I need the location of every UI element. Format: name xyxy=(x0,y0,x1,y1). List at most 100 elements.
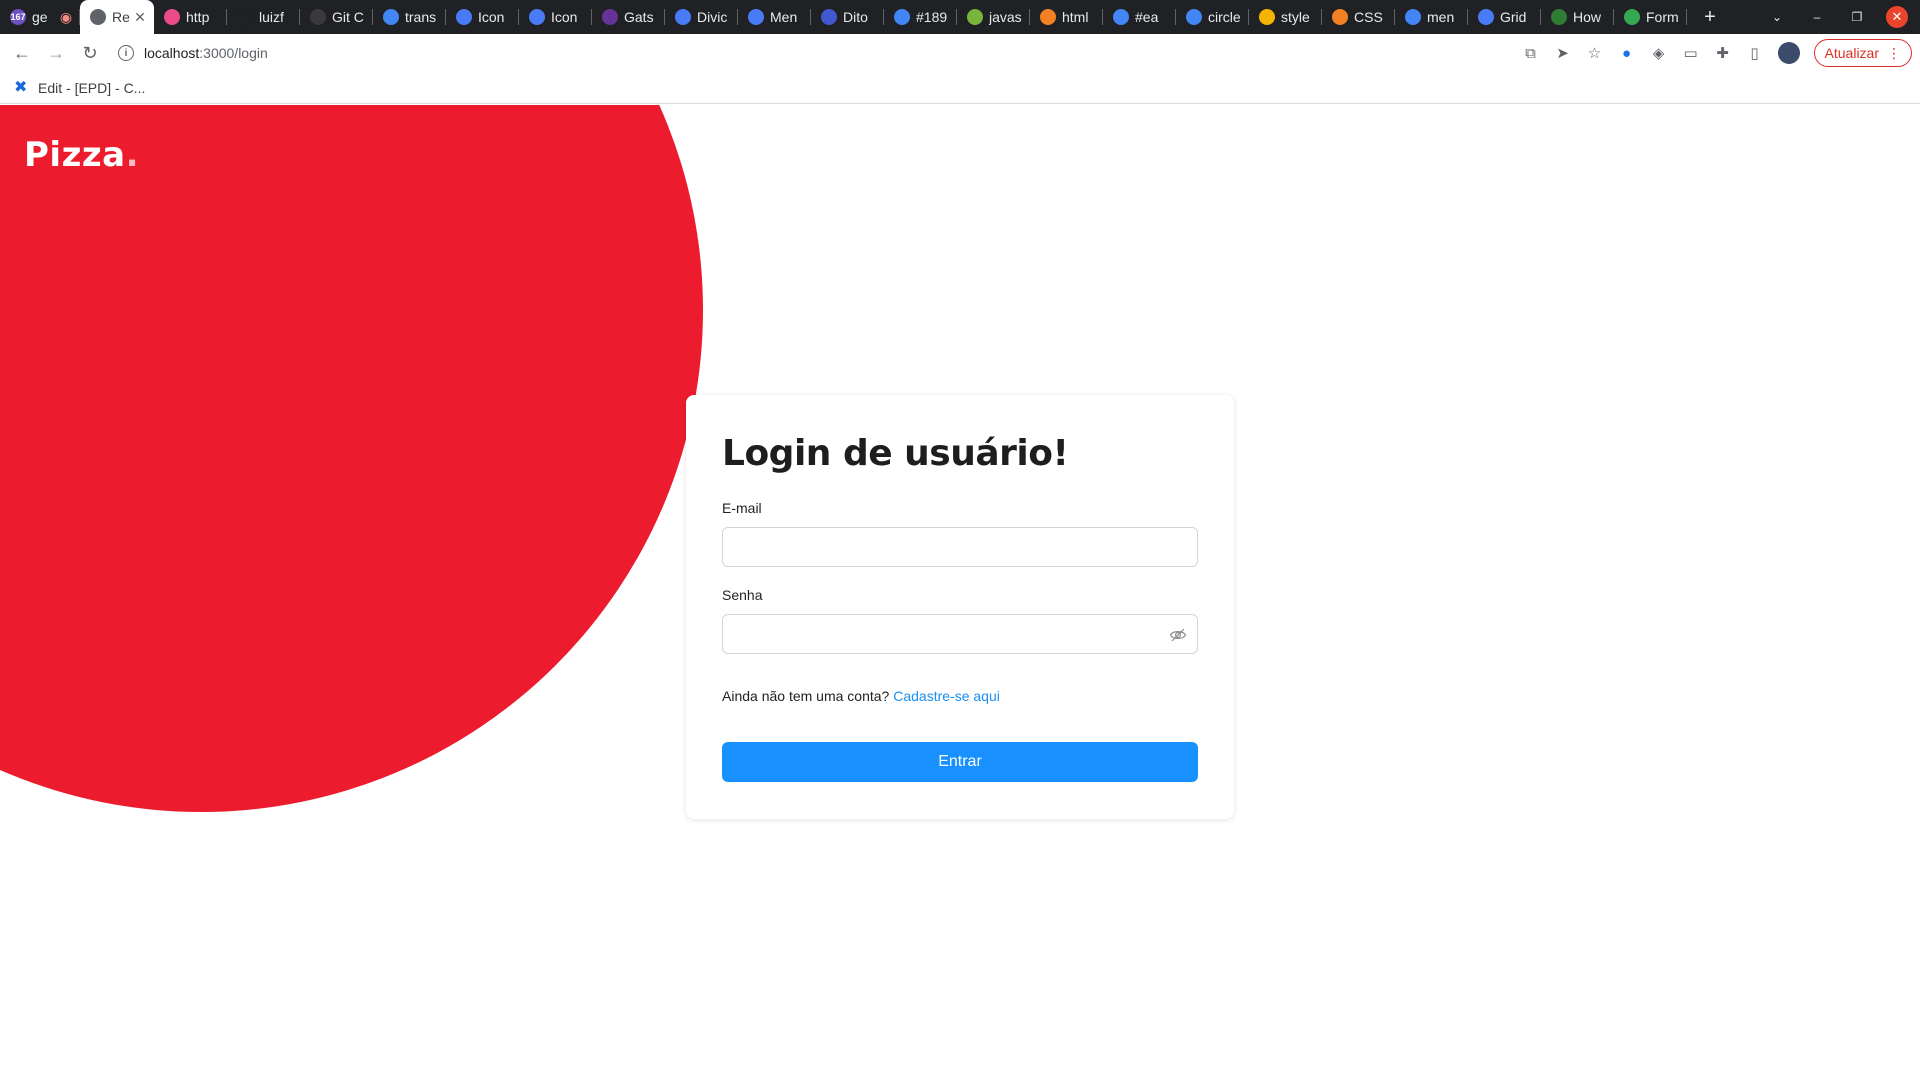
tab-title: Grid xyxy=(1500,9,1527,25)
kebab-menu-icon: ⋮ xyxy=(1887,44,1901,61)
logo: Pizza. xyxy=(24,135,139,175)
tab-title: CSS xyxy=(1354,9,1383,25)
tab-title: http xyxy=(186,9,210,25)
gatsby-icon xyxy=(602,9,618,25)
browser-tab[interactable]: html xyxy=(1030,0,1103,34)
decorative-red-circle xyxy=(0,105,703,812)
browser-tab[interactable]: Icon xyxy=(519,0,592,34)
browser-tab[interactable]: #189 xyxy=(884,0,957,34)
signup-link[interactable]: Cadastre-se aqui xyxy=(893,688,1000,704)
forward-arrow-icon[interactable]: → xyxy=(40,37,72,69)
browser-tab[interactable]: luizf xyxy=(227,0,300,34)
tab-title: How xyxy=(1573,9,1602,25)
browser-tab[interactable]: Dito xyxy=(811,0,884,34)
translate-icon[interactable]: ⧉ xyxy=(1522,44,1540,62)
browser-tab[interactable]: CSS xyxy=(1322,0,1395,34)
dito-icon xyxy=(821,9,837,25)
send-icon[interactable]: ➤ xyxy=(1554,44,1572,62)
tab-title: Men xyxy=(770,9,798,25)
login-card: Login de usuário! E-mail Senha Ainda não… xyxy=(686,395,1234,819)
login-submit-button[interactable]: Entrar xyxy=(722,742,1198,782)
tab-title: Git C xyxy=(332,9,364,25)
browser-tab[interactable]: circle xyxy=(1176,0,1249,34)
update-button[interactable]: Atualizar ⋮ xyxy=(1813,39,1912,67)
url-host: localhost xyxy=(144,45,200,61)
signup-prompt: Ainda não tem uma conta? xyxy=(722,688,894,704)
back-arrow-icon[interactable]: ← xyxy=(6,37,38,69)
browser-tab[interactable]: javas xyxy=(957,0,1030,34)
tab-title: style xyxy=(1281,9,1310,25)
browser-tab[interactable]: Grid xyxy=(1468,0,1541,34)
bookmark-item[interactable]: Edit - [EPD] - C... xyxy=(38,80,145,96)
address-bar[interactable]: i localhost:3000/login xyxy=(118,37,1518,69)
browser-tab[interactable]: Divic xyxy=(665,0,738,34)
infinity-icon xyxy=(1551,9,1567,25)
diamond-icon xyxy=(529,9,545,25)
browser-tab[interactable]: #ea xyxy=(1103,0,1176,34)
tab-title: circle xyxy=(1208,9,1241,25)
email-input[interactable] xyxy=(723,528,1197,566)
extension-diamond-icon[interactable]: ◈ xyxy=(1650,44,1668,62)
browser-tab[interactable]: Icon xyxy=(446,0,519,34)
browser-toolbar: ← → ↻ i localhost:3000/login ⧉ ➤ ☆ ● ◈ ▭… xyxy=(0,34,1920,72)
password-input[interactable] xyxy=(723,615,1197,653)
update-label: Atualizar xyxy=(1824,45,1879,61)
browser-tab-strip: 167 ge ◉ Re ✕ http luizf Git Ctrans Icon Icon Gats… xyxy=(0,0,1920,34)
window-controls: ⌄ – ❐ ✕ xyxy=(1766,0,1920,34)
diamond-icon xyxy=(748,9,764,25)
tab-title: luizf xyxy=(259,9,284,25)
reload-icon[interactable]: ↻ xyxy=(74,37,106,69)
page-viewport: Pizza. Login de usuário! E-mail Senha Ai… xyxy=(0,105,1920,1080)
browser-tab[interactable]: Form xyxy=(1614,0,1687,34)
tab-title: Gats xyxy=(624,9,654,25)
sheet-icon xyxy=(1624,9,1640,25)
tab-title: ge xyxy=(32,9,48,25)
logo-dot: . xyxy=(125,135,140,175)
lightning-icon xyxy=(1259,9,1275,25)
tab-title: Form xyxy=(1646,9,1679,25)
google-icon xyxy=(383,9,399,25)
extensions-puzzle-icon[interactable]: ✚ xyxy=(1714,44,1732,62)
password-label: Senha xyxy=(722,587,763,603)
browser-tab[interactable]: Men xyxy=(738,0,811,34)
tab-separator xyxy=(1686,9,1687,25)
site-info-icon[interactable]: i xyxy=(118,45,134,61)
new-tab-icon[interactable]: + xyxy=(1695,0,1725,34)
browser-tab[interactable]: Gats xyxy=(592,0,665,34)
tab-title: Icon xyxy=(551,9,578,25)
google-icon xyxy=(1186,9,1202,25)
profile-avatar[interactable] xyxy=(1777,42,1800,64)
tab-title: javas xyxy=(989,9,1022,25)
signup-text: Ainda não tem uma conta? Cadastre-se aqu… xyxy=(722,688,1198,704)
window-close-icon[interactable]: ✕ xyxy=(1886,6,1908,28)
tab-search-chevron-icon[interactable]: ⌄ xyxy=(1766,6,1788,28)
browser-tab[interactable]: Re ✕ xyxy=(80,0,154,34)
diamond-icon xyxy=(1478,9,1494,25)
browser-tab[interactable]: http xyxy=(154,0,227,34)
github-icon xyxy=(237,9,253,25)
toggle-password-visibility-icon[interactable] xyxy=(1169,626,1187,644)
gitcdn-icon xyxy=(310,9,326,25)
page-title: Login de usuário! xyxy=(722,433,1069,474)
recording-icon: ◉ xyxy=(59,8,73,25)
google-icon xyxy=(894,9,910,25)
google-icon xyxy=(1113,9,1129,25)
restore-icon[interactable]: ❐ xyxy=(1846,6,1868,28)
browser-tab[interactable]: How xyxy=(1541,0,1614,34)
side-panel-icon[interactable]: ▯ xyxy=(1746,44,1764,62)
browser-tab[interactable]: 167 ge ◉ xyxy=(0,0,80,34)
tab-title: Re xyxy=(112,9,130,25)
extension-cast-icon[interactable]: ▭ xyxy=(1682,44,1700,62)
browser-tab[interactable]: trans xyxy=(373,0,446,34)
bookmark-star-icon[interactable]: ☆ xyxy=(1586,44,1604,62)
browser-tab[interactable]: Git C xyxy=(300,0,373,34)
dribbble-icon xyxy=(164,9,180,25)
minimize-icon[interactable]: – xyxy=(1806,6,1828,28)
confluence-icon: ✖ xyxy=(14,78,28,96)
browser-tab[interactable]: men xyxy=(1395,0,1468,34)
tab-title: trans xyxy=(405,9,437,25)
extension-a-icon[interactable]: ● xyxy=(1618,44,1636,62)
tab-title: html xyxy=(1062,9,1089,25)
tab-close-icon[interactable]: ✕ xyxy=(132,9,148,26)
browser-tab[interactable]: style xyxy=(1249,0,1322,34)
